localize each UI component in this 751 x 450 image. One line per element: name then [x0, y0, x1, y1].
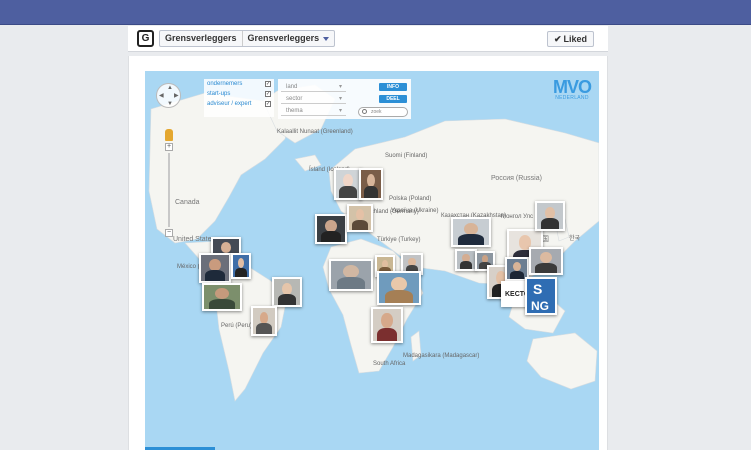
- profile-photo-marker[interactable]: [455, 249, 477, 271]
- profile-photo-marker[interactable]: [529, 247, 563, 275]
- map-label: Canada: [175, 199, 200, 206]
- breadcrumb-app-label: Grensverleggers: [247, 33, 320, 43]
- map-label: Россия (Russia): [491, 175, 542, 182]
- select-panel: land ▾ sector ▾ thema ▾ INFO DEEL zoek: [278, 79, 411, 119]
- photo-caption: NG: [531, 299, 549, 313]
- map-label: Madagasikara (Madagascar): [403, 353, 480, 359]
- share-button[interactable]: DEEL: [379, 95, 407, 103]
- chevron-down-icon: ▾: [338, 84, 342, 90]
- page-app-header: G Grensverleggers Grensverleggers ✔ Liked: [128, 26, 608, 52]
- profile-photo-marker[interactable]: [359, 168, 383, 200]
- info-button[interactable]: INFO: [379, 83, 407, 91]
- profile-photo-marker[interactable]: [272, 277, 302, 307]
- profile-photo-marker[interactable]: [231, 253, 251, 279]
- chevron-down-icon: [323, 36, 330, 41]
- chevron-down-icon: ▾: [338, 108, 342, 114]
- profile-photo-marker[interactable]: S NG: [525, 277, 557, 315]
- profile-photo-marker[interactable]: [377, 271, 421, 305]
- map-label: Perú (Peru): [221, 323, 253, 329]
- world-map[interactable]: Kalaallit Nunaat (Greenland) Suomi (Finl…: [145, 71, 599, 450]
- profile-photo-marker[interactable]: [251, 306, 277, 336]
- select-label: thema: [286, 108, 303, 114]
- zoom-track[interactable]: [168, 153, 170, 227]
- profile-photo-marker[interactable]: [451, 217, 491, 247]
- filter-label: adviseur / expert: [207, 101, 252, 107]
- thema-select[interactable]: thema ▾: [281, 106, 346, 116]
- mvo-logo: MVO NEDERLAND: [552, 77, 592, 101]
- checkbox-checked-icon[interactable]: ✓: [265, 81, 271, 87]
- app-logo-icon[interactable]: G: [137, 30, 154, 47]
- chevron-down-icon: ▾: [338, 96, 342, 102]
- profile-photo-marker[interactable]: [371, 307, 403, 343]
- checkbox-checked-icon[interactable]: ✓: [265, 101, 271, 107]
- map-zoom-slider[interactable]: + −: [165, 129, 173, 237]
- checkmark-icon: ✔: [553, 34, 562, 44]
- filter-adviseur-expert[interactable]: adviseur / expert ✓: [204, 99, 274, 109]
- map-label: Kalaallit Nunaat (Greenland): [277, 129, 353, 135]
- land-select[interactable]: land ▾: [281, 82, 346, 92]
- checkbox-checked-icon[interactable]: ✓: [265, 91, 271, 97]
- logo-title: MVO: [552, 77, 592, 97]
- filter-ondernemers[interactable]: ondernemers ✓: [204, 79, 274, 89]
- app-content: Kalaallit Nunaat (Greenland) Suomi (Finl…: [128, 56, 608, 450]
- map-pan-control[interactable]: ▲ ▼ ◀ ▶: [156, 83, 181, 108]
- photo-caption: S: [533, 281, 543, 297]
- map-label: South Africa: [373, 361, 406, 367]
- map-label: Suomi (Finland): [385, 153, 428, 159]
- liked-button-label: Liked: [563, 34, 587, 44]
- profile-photo-marker[interactable]: [315, 214, 347, 244]
- map-label: Polska (Poland): [389, 196, 432, 202]
- profile-photo-marker[interactable]: [199, 253, 231, 283]
- page-background: [0, 25, 128, 450]
- filter-panel: ondernemers ✓ start-ups ✓ adviseur / exper…: [204, 79, 274, 117]
- breadcrumb-app-dropdown[interactable]: Grensverleggers: [241, 31, 335, 46]
- liked-button[interactable]: ✔ Liked: [546, 31, 594, 47]
- search-input[interactable]: zoek: [358, 107, 408, 117]
- logo-subtitle: NEDERLAND: [555, 95, 589, 101]
- profile-photo-marker[interactable]: [329, 259, 373, 291]
- select-label: land: [286, 84, 298, 90]
- select-label: sector: [286, 96, 303, 102]
- map-label: 한국: [569, 236, 581, 242]
- breadcrumb[interactable]: Grensverleggers Grensverleggers: [159, 30, 336, 47]
- profile-photo-marker[interactable]: [535, 201, 565, 231]
- filter-label: ondernemers: [207, 81, 243, 87]
- map-label: Україна (Ukraine): [391, 208, 439, 214]
- filter-start-ups[interactable]: start-ups ✓: [204, 89, 274, 99]
- profile-photo-marker[interactable]: [334, 168, 362, 200]
- profile-photo-marker[interactable]: [347, 204, 373, 232]
- filter-label: start-ups: [207, 91, 231, 97]
- map-label: United States: [173, 236, 216, 243]
- zoom-in-button[interactable]: +: [165, 143, 173, 151]
- top-navigation-bar: [0, 0, 751, 25]
- street-view-pegman-icon[interactable]: [165, 129, 173, 141]
- map-label: Türkiye (Turkey): [377, 237, 421, 243]
- sector-select[interactable]: sector ▾: [281, 94, 346, 104]
- zoom-out-button[interactable]: −: [165, 229, 173, 237]
- search-placeholder: zoek: [371, 109, 382, 115]
- profile-photo-marker[interactable]: [202, 283, 242, 311]
- breadcrumb-page[interactable]: Grensverleggers: [160, 31, 242, 46]
- search-icon: [362, 109, 367, 114]
